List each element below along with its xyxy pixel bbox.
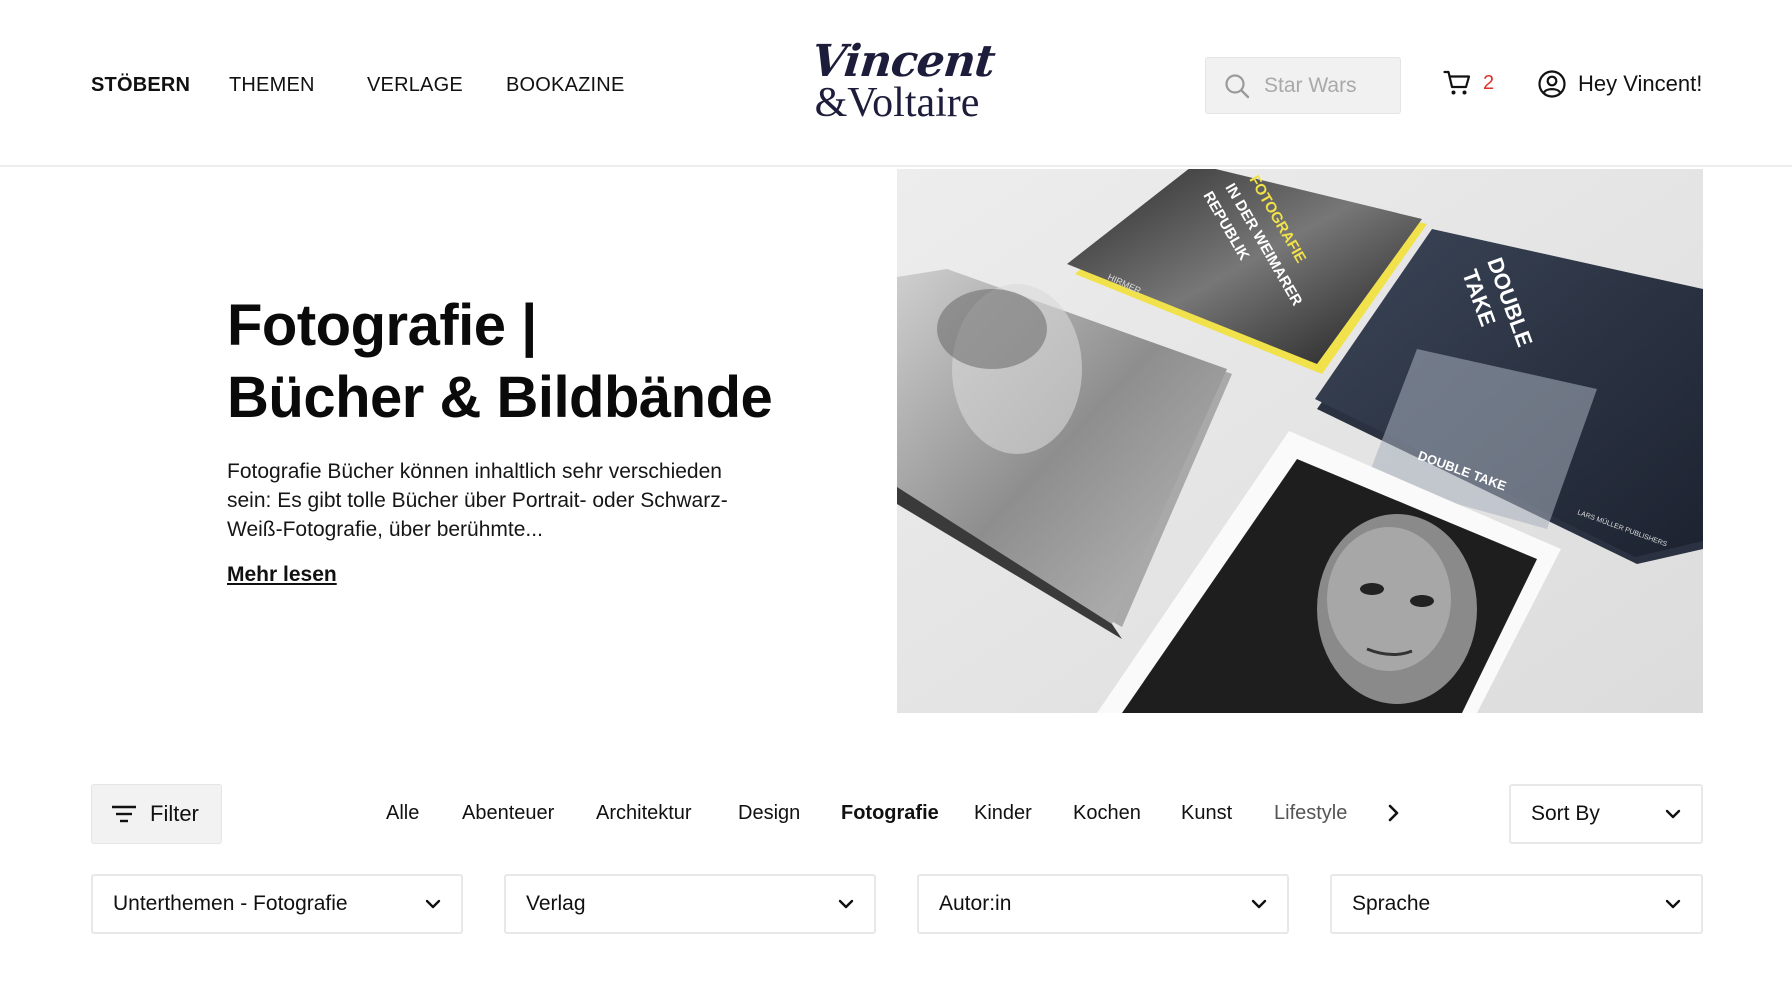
category-tab-alle[interactable]: Alle	[386, 801, 419, 825]
category-tab-lifestyle[interactable]: Lifestyle	[1274, 801, 1347, 825]
category-tab-kunst[interactable]: Kunst	[1181, 801, 1232, 825]
hero-description: Fotografie Bücher können inhaltlich sehr…	[227, 460, 728, 541]
nav-bookazine[interactable]: BOOKAZINE	[506, 73, 625, 97]
sort-dropdown[interactable]: Sort By	[1509, 784, 1703, 844]
category-tab-architektur[interactable]: Architektur	[596, 801, 692, 825]
chevron-down-icon	[425, 899, 441, 909]
account-greeting: Hey Vincent!	[1578, 71, 1703, 96]
search-icon	[1225, 73, 1250, 98]
sort-label: Sort By	[1531, 802, 1600, 825]
language-label: Sprache	[1352, 892, 1431, 915]
filter-button[interactable]: Filter	[91, 784, 222, 844]
read-more-link[interactable]: Mehr lesen	[227, 563, 337, 587]
hero-image: FOTOGRAFIE IN DER WEIMARER REPUBLIK HIRM…	[897, 169, 1703, 713]
category-tab-fotografie[interactable]: Fotografie	[841, 801, 939, 825]
photo-books-illustration: FOTOGRAFIE IN DER WEIMARER REPUBLIK HIRM…	[897, 169, 1703, 713]
nav-stoebern[interactable]: STÖBERN	[91, 73, 190, 97]
search-box[interactable]	[1205, 57, 1401, 114]
account-menu[interactable]: Hey Vincent!	[1538, 70, 1702, 98]
page-title-line1: Fotografie |	[227, 293, 537, 358]
cart-icon	[1443, 70, 1471, 95]
search-input[interactable]	[1264, 73, 1394, 98]
page-title-line2: Bücher & Bildbände	[227, 365, 773, 430]
subtopic-label: Unterthemen - Fotografie	[113, 892, 348, 915]
category-tab-kinder[interactable]: Kinder	[974, 801, 1032, 825]
chevron-down-icon	[1251, 899, 1267, 909]
filter-icon	[112, 805, 136, 823]
nav-themen[interactable]: THEMEN	[229, 73, 315, 97]
chevron-right-icon[interactable]	[1382, 800, 1406, 826]
nav-verlage[interactable]: VERLAGE	[367, 73, 463, 97]
logo-line1: Vincent	[809, 36, 997, 87]
logo-line2: &Voltaire	[814, 80, 980, 126]
user-circle-icon	[1538, 70, 1566, 98]
author-label: Autor:in	[939, 892, 1012, 915]
language-dropdown[interactable]: Sprache	[1330, 874, 1703, 934]
chevron-down-icon	[1665, 809, 1681, 819]
filter-label: Filter	[150, 801, 199, 826]
site-logo[interactable]: Vincent &Voltaire	[809, 36, 997, 130]
publisher-dropdown[interactable]: Verlag	[504, 874, 876, 934]
publisher-label: Verlag	[526, 892, 586, 915]
chevron-down-icon	[838, 899, 854, 909]
chevron-down-icon	[1665, 899, 1681, 909]
category-tab-design[interactable]: Design	[738, 801, 800, 825]
cart-button[interactable]: 2	[1443, 70, 1494, 96]
category-tab-abenteuer[interactable]: Abenteuer	[462, 801, 554, 825]
category-tab-kochen[interactable]: Kochen	[1073, 801, 1141, 825]
site-header: STÖBERN THEMEN VERLAGE BOOKAZINE Vincent…	[0, 0, 1792, 167]
author-dropdown[interactable]: Autor:in	[917, 874, 1289, 934]
cart-count-badge: 2	[1483, 71, 1495, 94]
page-title: Fotografie | Bücher & Bildbände	[227, 290, 827, 434]
subtopic-dropdown[interactable]: Unterthemen - Fotografie	[91, 874, 463, 934]
